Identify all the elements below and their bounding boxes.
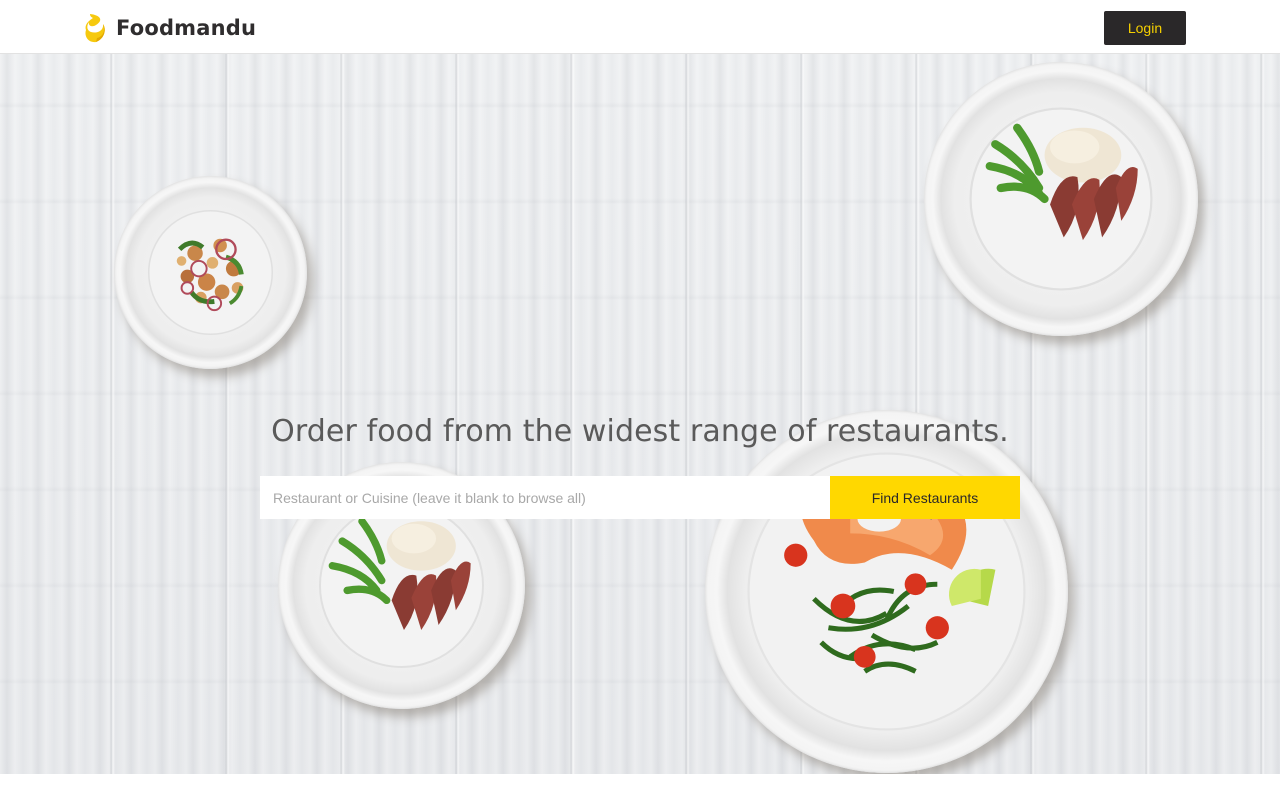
plate-steak-beans-image: [924, 62, 1198, 336]
restaurant-search-form: Find Restaurants: [260, 476, 1020, 519]
restaurant-search-input[interactable]: [260, 476, 830, 519]
login-button[interactable]: Login: [1104, 11, 1186, 45]
hero-headline: Order food from the widest range of rest…: [271, 414, 1009, 449]
plate-chickpea-salad-image: [114, 176, 307, 369]
foodmandu-flame-icon: [85, 14, 105, 43]
hero-section: Order food from the widest range of rest…: [0, 54, 1280, 774]
find-restaurants-button[interactable]: Find Restaurants: [830, 476, 1020, 519]
brand-name: Foodmandu: [116, 16, 257, 40]
top-navbar: Foodmandu Login: [0, 0, 1280, 54]
brand-logo[interactable]: Foodmandu: [84, 12, 256, 44]
plate-salmon-salad-image: [705, 410, 1068, 773]
